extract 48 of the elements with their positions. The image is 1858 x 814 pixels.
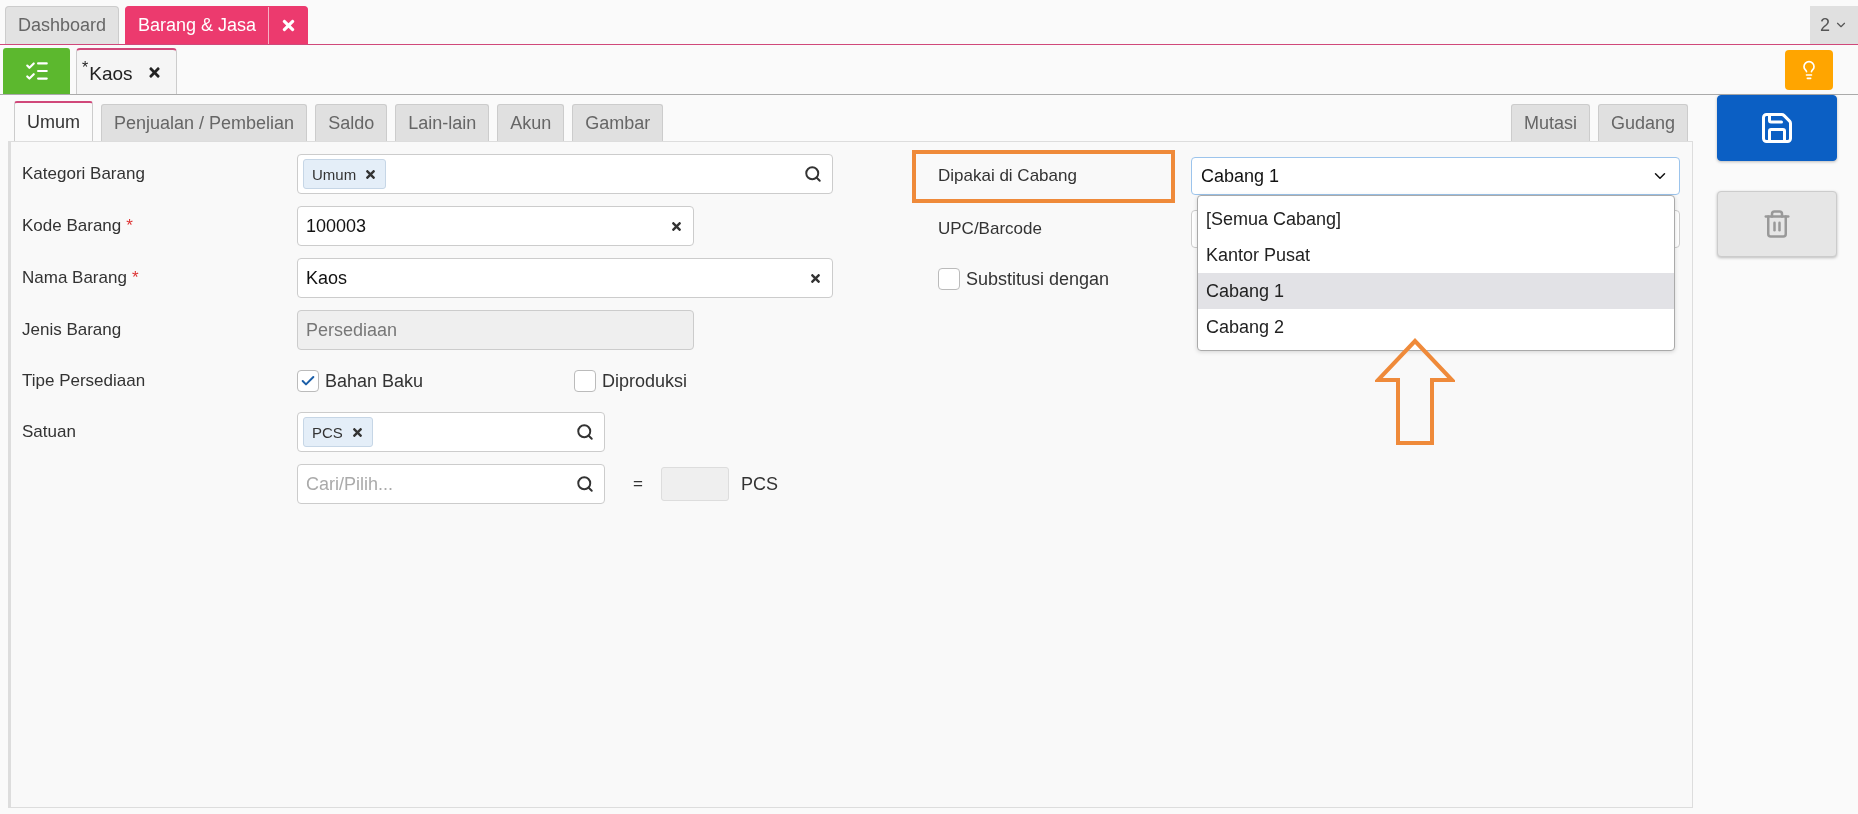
document-tab[interactable]: $^{*}$Kaos [76,48,177,94]
save-button[interactable] [1716,95,1837,161]
app-tab[interactable]: Barang & Jasa [125,6,309,44]
text-field[interactable]: Kaos [297,258,833,298]
dropdown-option[interactable]: Kantor Pusat [1198,237,1674,273]
checkbox-label: Diproduksi [602,370,688,392]
quantity-field[interactable] [660,467,729,501]
tag-chip: PCS [303,417,373,447]
field-label: Dipakai di Cabang [938,166,1077,186]
checkbox[interactable] [574,370,596,392]
section-tab[interactable]: Lain-lain [395,104,490,141]
section-tab[interactable]: Gudang [1597,104,1688,141]
section-tab[interactable]: Saldo [315,104,388,141]
section-tab[interactable]: Gambar [572,104,664,141]
equals-sign: = [633,474,643,494]
field-label: Jenis Barang [22,320,123,340]
section-tab[interactable]: Mutasi [1510,104,1590,141]
checkbox[interactable] [938,268,960,290]
field-label: Kategori Barang [22,164,146,184]
tag-search-field[interactable]: PCS [297,412,605,452]
section-tab[interactable]: Akun [497,104,565,141]
section-tab[interactable]: Umum [14,101,93,141]
dropdown-option[interactable]: [Semua Cabang] [1198,201,1674,237]
clear-icon[interactable] [670,219,683,233]
app-tab[interactable]: Dashboard [5,6,120,44]
field-label: Satuan [22,422,77,442]
field-label: Tipe Persediaan [22,371,147,391]
field-label: Kode Barang * [22,216,134,236]
checkbox-label: Substitusi dengan [966,268,1110,290]
unit-label: PCS [740,473,778,495]
field-label: Nama Barang * [22,268,140,288]
tag-search-field[interactable]: Umum [297,154,833,194]
tab-counter[interactable]: 2 [1810,6,1858,44]
section-tab[interactable]: Penjualan / Pembelian [101,104,308,141]
dropdown-option[interactable]: Cabang 1 [1198,273,1674,309]
search-icon[interactable] [576,475,594,493]
clear-icon[interactable] [809,271,822,285]
text-field[interactable]: 100003 [297,206,694,246]
tag-chip: Umum [303,159,387,189]
field-label: UPC/Barcode [938,219,1042,239]
dropdown-option[interactable]: Cabang 2 [1198,309,1674,345]
remove-icon[interactable] [364,167,378,181]
search-icon[interactable] [804,165,822,183]
remove-icon[interactable] [350,425,364,439]
search-icon[interactable] [576,423,594,441]
select-field[interactable]: Cabang 1 [1191,157,1680,195]
checkbox[interactable] [297,370,319,392]
checkbox-label: Bahan Baku [325,370,424,392]
